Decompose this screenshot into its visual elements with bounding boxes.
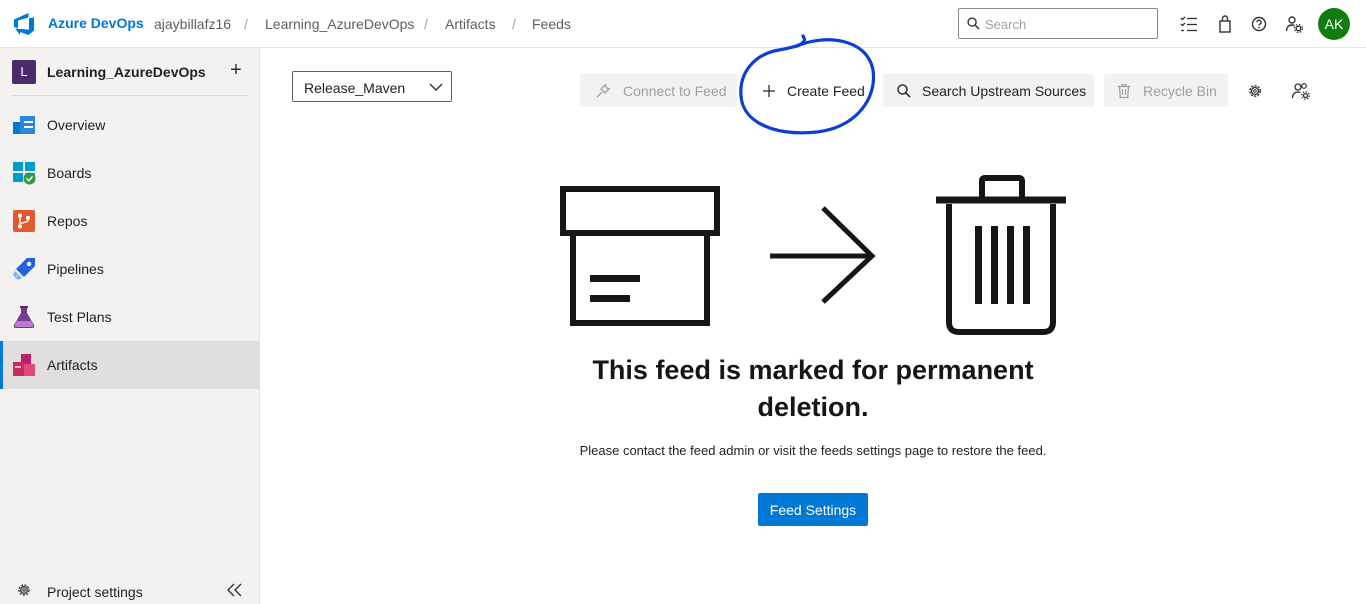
shopping-bag-icon[interactable] (1215, 14, 1235, 34)
divider (12, 95, 248, 96)
test-plans-icon (13, 306, 35, 328)
add-icon[interactable]: + (226, 58, 246, 82)
feed-deleted-illustration (560, 175, 1066, 335)
empty-state-title: This feed is marked for permanent deleti… (592, 355, 1034, 422)
feed-selector-value: Release_Maven (304, 80, 406, 96)
repos-icon (13, 210, 35, 232)
search-upstream-sources-button[interactable]: Search Upstream Sources (883, 74, 1094, 107)
artifacts-icon (13, 354, 35, 376)
recycle-bin-button[interactable]: Recycle Bin (1104, 74, 1228, 107)
permissions-icon[interactable] (1291, 81, 1311, 101)
feed-settings-button[interactable]: Feed Settings (758, 493, 868, 526)
breadcrumb-artifacts[interactable]: Artifacts (445, 16, 496, 32)
task-list-icon[interactable] (1179, 14, 1199, 34)
breadcrumb-organization[interactable]: ajaybillafz16 (154, 16, 231, 32)
user-avatar[interactable]: AK (1318, 8, 1350, 40)
plug-icon (596, 83, 611, 98)
sidebar-item-label: Test Plans (47, 309, 112, 325)
sidebar-item-test-plans[interactable]: Test Plans (0, 293, 259, 341)
trash-icon (936, 175, 1066, 335)
search-upstream-sources-label: Search Upstream Sources (922, 83, 1087, 99)
collapse-sidebar-icon[interactable] (226, 582, 244, 598)
arrow-right-icon (770, 206, 876, 304)
search-icon (967, 17, 980, 30)
user-settings-icon[interactable] (1284, 14, 1304, 34)
sidebar-item-overview[interactable]: Overview (0, 101, 259, 149)
feed-selector-dropdown[interactable]: Release_Maven (292, 71, 452, 102)
project-settings[interactable]: Project settings (0, 574, 259, 604)
search-box[interactable] (958, 8, 1158, 39)
gear-icon (18, 584, 30, 596)
breadcrumb-separator: / (244, 16, 248, 32)
project-settings-label: Project settings (47, 584, 143, 600)
recycle-bin-label: Recycle Bin (1143, 83, 1217, 99)
boards-icon (13, 162, 36, 185)
project-badge[interactable]: L (12, 60, 36, 84)
empty-state-description: Please contact the feed admin or visit t… (579, 443, 1047, 458)
pipelines-icon (13, 258, 35, 280)
annotation-circle (739, 34, 876, 135)
help-icon[interactable] (1249, 14, 1269, 34)
overview-icon (13, 116, 35, 134)
breadcrumb-separator: / (424, 16, 428, 32)
chevron-down-icon (429, 83, 443, 91)
top-bar: Azure DevOps ajaybillafz16 / Learning_Az… (0, 0, 1366, 48)
azure-devops-logo-icon[interactable] (12, 12, 36, 36)
connect-to-feed-label: Connect to Feed (623, 83, 727, 99)
sidebar-item-boards[interactable]: Boards (0, 149, 259, 197)
sidebar-item-label: Artifacts (47, 357, 98, 373)
connect-to-feed-button[interactable]: Connect to Feed (580, 74, 737, 107)
search-icon (897, 84, 911, 98)
feed-settings-label: Feed Settings (769, 502, 857, 518)
breadcrumb-project[interactable]: Learning_AzureDevOps (265, 16, 414, 32)
sidebar-item-label: Pipelines (47, 261, 104, 277)
brand-name[interactable]: Azure DevOps (48, 15, 144, 31)
search-input[interactable] (985, 16, 1150, 32)
gear-icon[interactable] (1246, 82, 1264, 100)
sidebar-item-label: Repos (47, 213, 88, 229)
sidebar-item-label: Overview (47, 117, 106, 133)
sidebar: L Learning_AzureDevOps + Overview Boards (0, 48, 260, 604)
sidebar-item-pipelines[interactable]: Pipelines (0, 245, 259, 293)
breadcrumb-feeds[interactable]: Feeds (532, 16, 571, 32)
sidebar-item-artifacts[interactable]: Artifacts (0, 341, 259, 389)
breadcrumb-separator: / (512, 16, 516, 32)
trash-icon (1118, 84, 1130, 99)
sidebar-item-label: Boards (47, 165, 92, 181)
sidebar-item-repos[interactable]: Repos (0, 197, 259, 245)
project-name[interactable]: Learning_AzureDevOps (47, 64, 206, 80)
package-icon (560, 186, 720, 326)
